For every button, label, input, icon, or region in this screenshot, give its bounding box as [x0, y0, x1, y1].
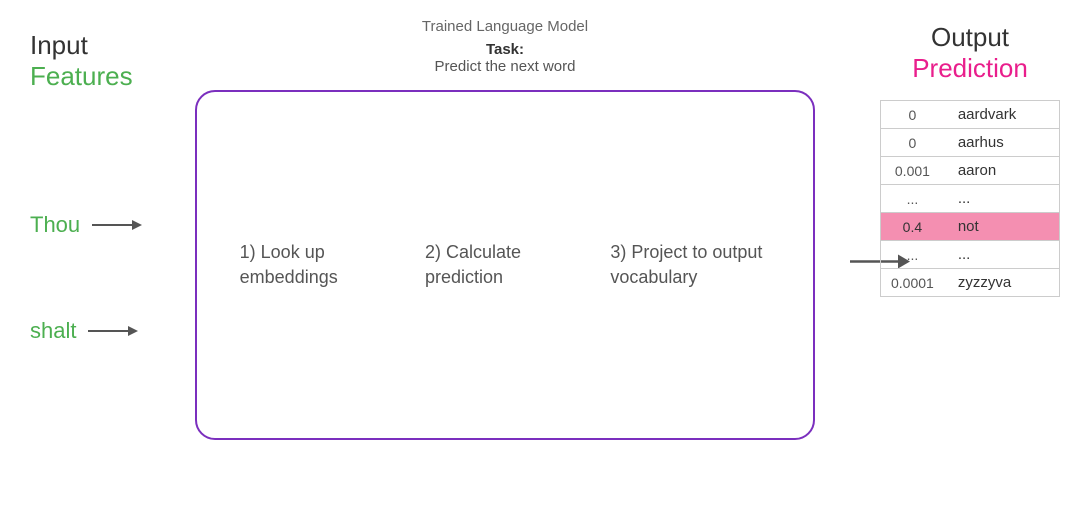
prob-cell-5: ... [881, 241, 944, 269]
word-cell-1: aarhus [944, 129, 1060, 157]
model-step-1: 1) Look up embeddings [240, 240, 400, 290]
vocab-row-4: 0.4not [881, 213, 1060, 241]
input-word-row-shalt: shalt [30, 318, 142, 344]
right-section: Output Prediction 0aardvark0aarhus0.001a… [860, 0, 1080, 527]
model-title: Trained Language Model [422, 18, 588, 35]
vocab-table: 0aardvark0aarhus0.001aaron......0.4not..… [880, 100, 1060, 297]
vocab-row-1: 0aarhus [881, 129, 1060, 157]
word-thou: Thou [30, 212, 80, 238]
prob-cell-3: ... [881, 185, 944, 213]
arrow-thou [92, 215, 142, 235]
word-cell-5: ... [944, 241, 1060, 269]
prob-cell-0: 0 [881, 101, 944, 129]
vocab-row-5: ...... [881, 241, 1060, 269]
arrow-shalt [88, 321, 138, 341]
word-cell-3: ... [944, 185, 1060, 213]
output-title-group: Output Prediction [912, 22, 1028, 84]
model-step-2: 2) Calculate prediction [425, 240, 585, 290]
vocab-row-0: 0aardvark [881, 101, 1060, 129]
vocab-row-2: 0.001aaron [881, 157, 1060, 185]
input-words: Thou shalt [30, 212, 142, 344]
model-step-3: 3) Project to output vocabulary [610, 240, 770, 290]
word-cell-6: zyzzyva [944, 269, 1060, 297]
prob-cell-6: 0.0001 [881, 269, 944, 297]
vocab-row-3: ...... [881, 185, 1060, 213]
task-box: Task: Predict the next word [435, 41, 576, 75]
word-cell-4: not [944, 213, 1060, 241]
output-title: Output [912, 22, 1028, 53]
word-shalt: shalt [30, 318, 76, 344]
main-container: Input Features Thou shalt [0, 0, 1080, 527]
model-box: 1) Look up embeddings 2) Calculate predi… [195, 90, 815, 440]
output-prediction: Prediction [912, 53, 1028, 84]
prob-cell-4: 0.4 [881, 213, 944, 241]
word-cell-2: aaron [944, 157, 1060, 185]
input-word-row-thou: Thou [30, 212, 142, 238]
vocab-row-6: 0.0001zyzzyva [881, 269, 1060, 297]
input-features: Features [30, 61, 133, 92]
word-cell-0: aardvark [944, 101, 1060, 129]
left-section: Input Features Thou shalt [0, 0, 160, 527]
prob-cell-1: 0 [881, 129, 944, 157]
task-desc: Predict the next word [435, 58, 576, 75]
task-label: Task: [435, 41, 576, 58]
input-title: Input [30, 30, 88, 61]
middle-section: Trained Language Model Task: Predict the… [155, 0, 855, 527]
prob-cell-2: 0.001 [881, 157, 944, 185]
